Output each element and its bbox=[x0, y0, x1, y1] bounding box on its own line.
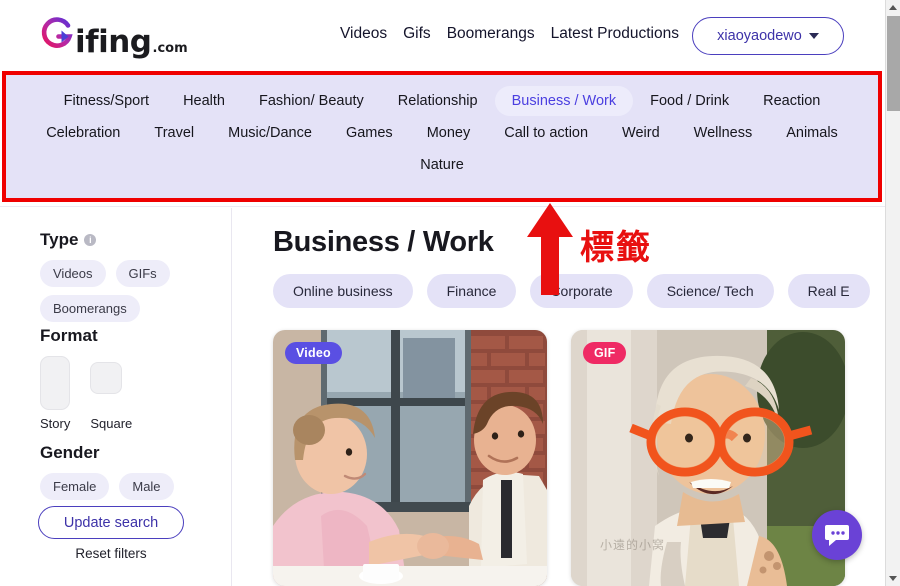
filter-group-format: Format Story Square bbox=[40, 326, 132, 431]
reset-filters-link[interactable]: Reset filters bbox=[38, 546, 184, 561]
story-portrait-icon bbox=[40, 356, 70, 410]
gif-thumbnail-image bbox=[571, 330, 845, 586]
triangle-up-icon bbox=[889, 5, 897, 10]
filter-group-type: Type i Videos GIFs Boomerangs bbox=[40, 230, 195, 322]
site-header: ifing .com Videos Gifs Boomerangs Latest… bbox=[0, 0, 886, 70]
filter-chip-male[interactable]: Male bbox=[119, 473, 174, 500]
nav-item-gifs[interactable]: Gifs bbox=[403, 25, 431, 43]
category-call-to-action[interactable]: Call to action bbox=[487, 118, 605, 148]
category-fashion-beauty[interactable]: Fashion/ Beauty bbox=[242, 86, 381, 116]
subcategory-finance[interactable]: Finance bbox=[426, 274, 517, 308]
filter-type-heading: Type i bbox=[40, 230, 195, 250]
category-money[interactable]: Money bbox=[410, 118, 488, 148]
result-card-gif[interactable]: GIF bbox=[571, 330, 845, 586]
results-grid: Video GIF bbox=[273, 330, 845, 586]
category-business-work[interactable]: Business / Work bbox=[494, 86, 634, 116]
filter-format-options: Story Square bbox=[40, 356, 132, 431]
category-animals[interactable]: Animals bbox=[769, 118, 855, 148]
gifing-g-icon bbox=[38, 14, 74, 52]
chevron-down-icon bbox=[808, 33, 819, 39]
filter-gender-label: Gender bbox=[40, 443, 100, 462]
filter-group-gender: Gender Female Male bbox=[40, 443, 200, 500]
filter-gender-options: Female Male bbox=[40, 473, 200, 500]
logo-wordmark: ifing bbox=[75, 24, 152, 60]
filter-chip-female[interactable]: Female bbox=[40, 473, 110, 500]
nav-item-boomerangs[interactable]: Boomerangs bbox=[447, 25, 535, 43]
filter-chip-gifs[interactable]: GIFs bbox=[115, 260, 170, 287]
filter-type-options: Videos GIFs Boomerangs bbox=[40, 260, 195, 322]
category-reaction[interactable]: Reaction bbox=[746, 86, 837, 116]
filter-format-story-label: Story bbox=[40, 416, 71, 431]
filters-actions: Update search Reset filters bbox=[38, 506, 184, 561]
main-nav: Videos Gifs Boomerangs Latest Production… bbox=[340, 25, 679, 43]
chat-bubble-icon bbox=[825, 525, 849, 546]
square-icon bbox=[90, 362, 123, 394]
site-logo[interactable]: ifing .com bbox=[38, 14, 188, 58]
user-account-menu[interactable]: xiaoyaodewo bbox=[692, 17, 844, 55]
header-divider bbox=[0, 206, 886, 207]
category-fitness-sport[interactable]: Fitness/Sport bbox=[47, 86, 166, 116]
category-celebration[interactable]: Celebration bbox=[29, 118, 137, 148]
filter-format-story[interactable]: Story bbox=[40, 356, 70, 431]
filter-format-label: Format bbox=[40, 326, 98, 345]
results-main: Business / Work Online business Finance … bbox=[233, 208, 886, 586]
user-account-name: xiaoyaodewo bbox=[717, 28, 802, 44]
nav-item-videos[interactable]: Videos bbox=[340, 25, 387, 43]
category-weird[interactable]: Weird bbox=[605, 118, 677, 148]
category-travel[interactable]: Travel bbox=[137, 118, 211, 148]
filter-chip-boomerangs[interactable]: Boomerangs bbox=[40, 295, 140, 322]
filter-format-square-label: Square bbox=[90, 416, 133, 431]
category-row-3: Nature bbox=[4, 149, 880, 181]
scroll-up-button[interactable] bbox=[886, 0, 900, 15]
result-card-video[interactable]: Video bbox=[273, 330, 547, 586]
subcategory-science-tech[interactable]: Science/ Tech bbox=[646, 274, 774, 308]
category-bar: Fitness/Sport Health Fashion/ Beauty Rel… bbox=[4, 73, 880, 200]
card-badge-gif: GIF bbox=[583, 342, 627, 364]
info-icon[interactable]: i bbox=[84, 234, 97, 246]
browser-page: ifing .com Videos Gifs Boomerangs Latest… bbox=[0, 0, 900, 586]
category-relationship[interactable]: Relationship bbox=[381, 86, 495, 116]
category-games[interactable]: Games bbox=[329, 118, 410, 148]
logo-domain-suffix: .com bbox=[152, 41, 188, 56]
card-badge-video: Video bbox=[285, 342, 342, 364]
category-food-drink[interactable]: Food / Drink bbox=[633, 86, 746, 116]
subcategory-online-business[interactable]: Online business bbox=[273, 274, 413, 308]
filter-type-label: Type bbox=[40, 230, 79, 249]
subcategory-corporate[interactable]: Corporate bbox=[530, 274, 633, 308]
category-health[interactable]: Health bbox=[166, 86, 242, 116]
update-search-button[interactable]: Update search bbox=[38, 506, 184, 539]
page-title: Business / Work bbox=[273, 226, 494, 258]
filter-format-square[interactable]: Square bbox=[90, 362, 132, 431]
category-music-dance[interactable]: Music/Dance bbox=[211, 118, 329, 148]
subcategory-chip-row: Online business Finance Corporate Scienc… bbox=[273, 274, 870, 308]
video-thumbnail-image bbox=[273, 330, 547, 586]
triangle-down-icon bbox=[889, 576, 897, 581]
filter-chip-videos[interactable]: Videos bbox=[40, 260, 106, 287]
subcategory-real-estate[interactable]: Real E bbox=[787, 274, 870, 308]
category-row-1: Fitness/Sport Health Fashion/ Beauty Rel… bbox=[4, 85, 880, 117]
category-row-2: Celebration Travel Music/Dance Games Mon… bbox=[4, 117, 880, 149]
vertical-scrollbar[interactable] bbox=[885, 0, 900, 586]
category-nature[interactable]: Nature bbox=[403, 150, 481, 180]
filters-sidebar: Type i Videos GIFs Boomerangs Format Sto… bbox=[0, 208, 232, 586]
nav-item-latest-productions[interactable]: Latest Productions bbox=[551, 25, 679, 43]
chat-support-button[interactable] bbox=[812, 510, 862, 560]
category-wellness[interactable]: Wellness bbox=[677, 118, 770, 148]
scroll-down-button[interactable] bbox=[886, 571, 900, 586]
scrollbar-thumb[interactable] bbox=[887, 16, 900, 111]
